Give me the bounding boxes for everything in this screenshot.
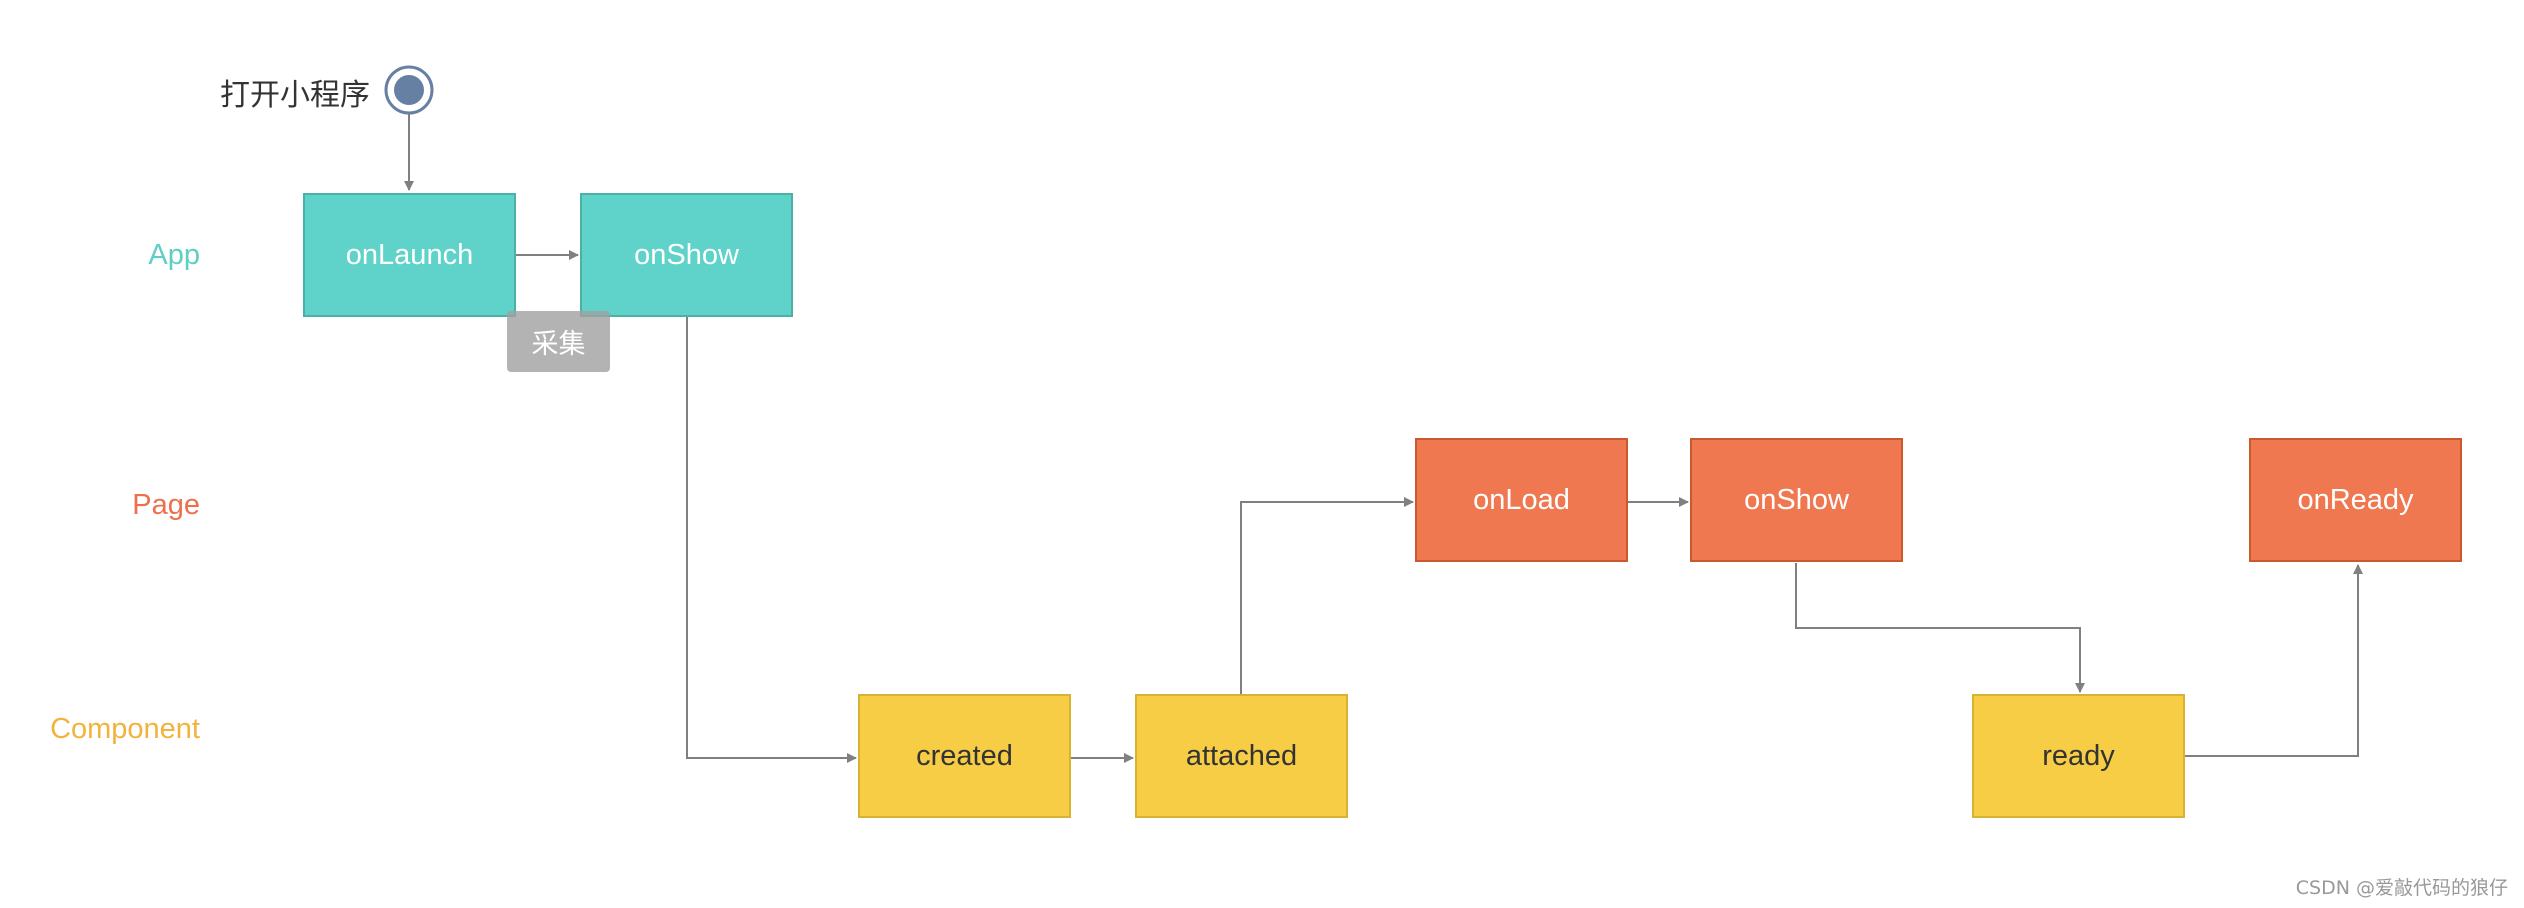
node-page-onready[interactable]: onReady — [2249, 438, 2462, 562]
node-page-onshow[interactable]: onShow — [1690, 438, 1903, 562]
lane-label-app: App — [148, 239, 200, 271]
edge-onshow-ready — [1795, 563, 2085, 693]
edge-attached-onload — [1240, 497, 1414, 694]
node-component-attached[interactable]: attached — [1135, 694, 1348, 818]
node-page-onload[interactable]: onLoad — [1415, 438, 1628, 562]
collect-tooltip[interactable]: 采集 — [507, 311, 610, 372]
node-app-onlaunch[interactable]: onLaunch — [303, 193, 516, 317]
start-label: 打开小程序 — [220, 78, 370, 113]
node-component-ready[interactable]: ready — [1972, 694, 2185, 818]
edge-onshow-created — [686, 317, 857, 763]
node-app-onshow[interactable]: onShow — [580, 193, 793, 317]
node-component-created[interactable]: created — [858, 694, 1071, 818]
edge-ready-onready — [2185, 564, 2363, 757]
lane-label-page: Page — [132, 489, 200, 521]
watermark: CSDN @爱敲代码的狼仔 — [2295, 877, 2508, 899]
lane-label-component: Component — [50, 713, 200, 745]
